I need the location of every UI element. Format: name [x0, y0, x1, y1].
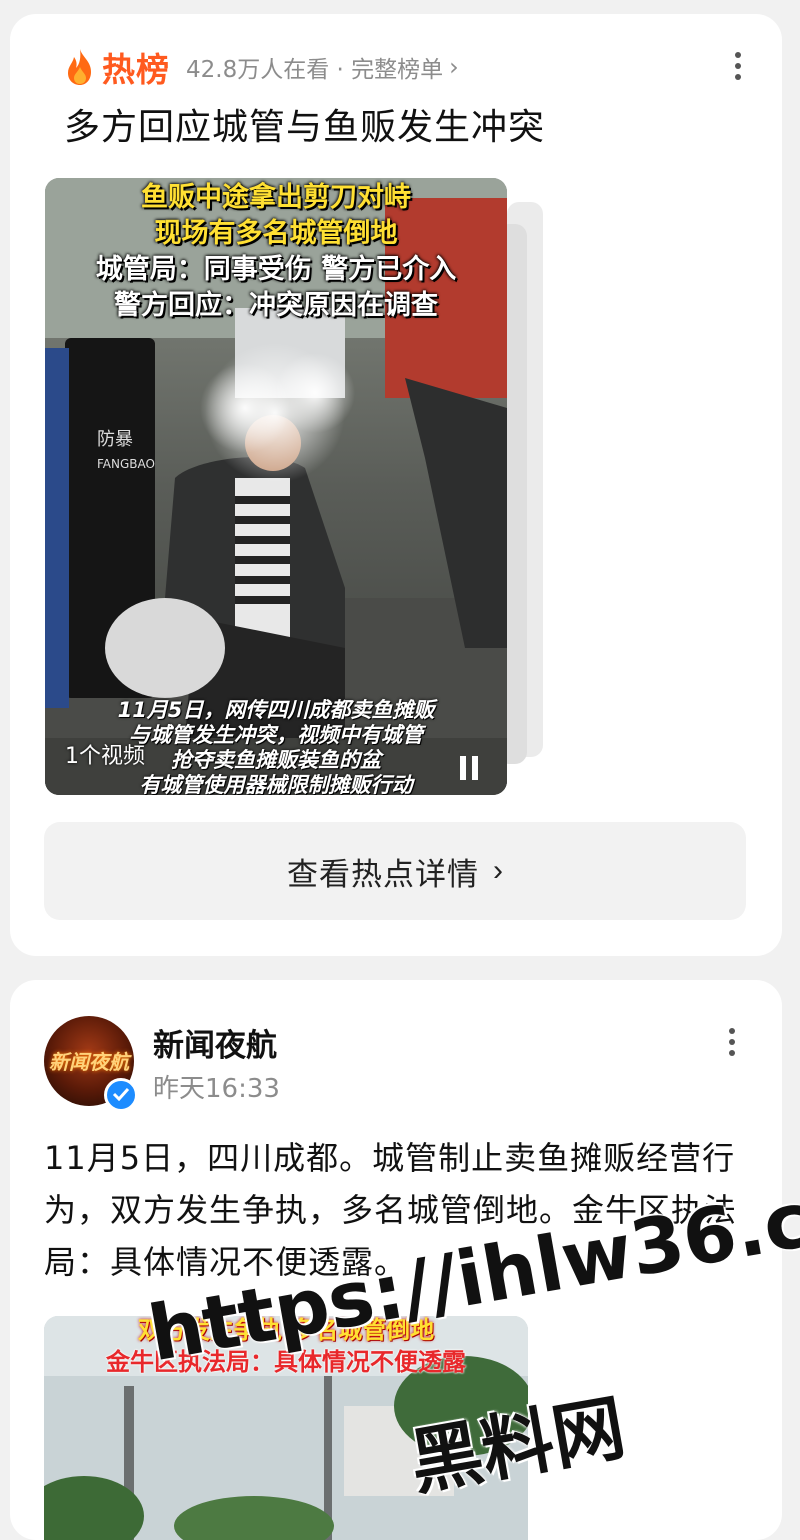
flame-icon: [68, 49, 91, 85]
view-hot-detail-button[interactable]: 查看热点详情 ›: [44, 822, 746, 920]
viewer-count-link[interactable]: 42.8万人在看 · 完整榜单: [186, 50, 443, 84]
chevron-right-icon: ›: [449, 53, 459, 81]
hot-list-title: 热榜: [102, 50, 170, 89]
more-options-icon[interactable]: [723, 46, 753, 86]
video-overlay-caption: 鱼贩中途拿出剪刀对峙 现场有多名城管倒地 城管局：同事受伤 警方已介入 警方回应…: [95, 182, 457, 321]
view-hot-detail-label: 查看热点详情: [287, 856, 479, 892]
shield-text: 防暴 FANGBAO: [97, 429, 155, 471]
author-name[interactable]: 新闻夜航: [153, 1020, 277, 1065]
chevron-right-icon: ›: [493, 854, 503, 887]
trending-headline[interactable]: 多方回应城管与鱼贩发生冲突: [64, 98, 545, 150]
verified-badge-icon: [104, 1078, 138, 1112]
video-thumbnail[interactable]: 防暴 FANGBAO 鱼贩中途拿出剪刀对峙 现场有多名城管倒地 城管局：同事受伤…: [45, 178, 507, 795]
hot-list-header[interactable]: 热榜 42.8万人在看 · 完整榜单 ›: [64, 44, 459, 90]
pause-icon[interactable]: [457, 756, 481, 780]
trending-card: 热榜 42.8万人在看 · 完整榜单 › 多方回应城管与鱼贩发生冲突 防暴 FA…: [10, 14, 782, 956]
more-options-icon[interactable]: [717, 1022, 747, 1062]
avatar-logo-text: 新闻夜航: [49, 1050, 129, 1074]
post-timestamp: 昨天16:33: [153, 1074, 280, 1104]
video-count-label: 1个视频: [65, 744, 145, 769]
